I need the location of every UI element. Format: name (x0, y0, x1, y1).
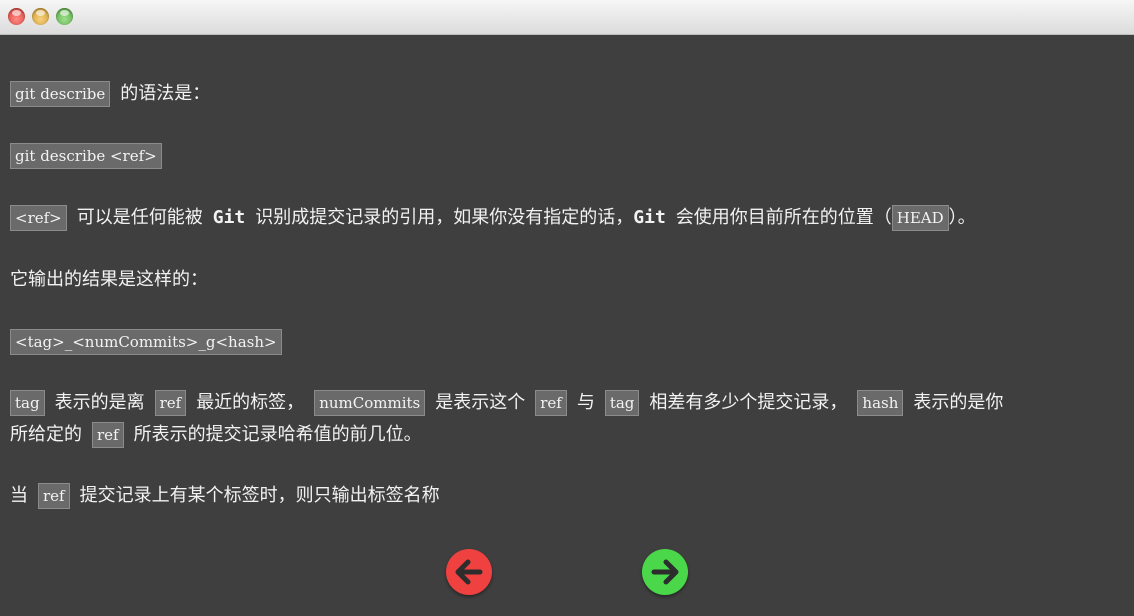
inline-code: ref (154, 390, 187, 416)
paragraph-text: 表示的是离 (54, 392, 145, 413)
previous-button[interactable] (446, 549, 492, 595)
paragraph-text: ）。 (948, 207, 976, 228)
paragraph-text: 最近的标签， (196, 392, 305, 413)
paragraph-tag-case: 当 ref 提交记录上有某个标签时，则只输出标签名称 (10, 480, 1122, 511)
code-syntax-line: git describe <ref> (10, 140, 1122, 171)
window-titlebar (0, 0, 1134, 35)
paragraph-explanation-cont: 所给定的 ref 所表示的提交记录哈希值的前几位。 (10, 419, 1122, 450)
paragraph-text: 当 (10, 485, 28, 506)
paragraph-text: 会使用你目前所在的位置（ (675, 207, 892, 228)
inline-code: hash (857, 390, 904, 416)
next-button[interactable] (642, 549, 688, 595)
git-keyword: Git (633, 207, 666, 228)
inline-code: git describe <ref> (10, 143, 162, 169)
paragraph-text: 可以是任何能被 (76, 207, 203, 228)
paragraph-text: 所给定的 (10, 424, 82, 445)
paragraph-text: 它输出的结果是这样的： (10, 269, 208, 290)
code-output-line: <tag>_<numCommits>_g<hash> (10, 326, 1122, 357)
git-keyword: Git (212, 207, 246, 228)
inline-code: ref (535, 390, 567, 416)
paragraph-text: 的语法是： (120, 83, 211, 104)
inline-code: ref (38, 483, 70, 509)
paragraph-syntax: git describe 的语法是： (10, 78, 1122, 109)
arrow-left-icon (455, 559, 483, 585)
inline-code: numCommits (314, 390, 426, 416)
paragraph-text: 表示的是你 (913, 392, 1004, 413)
inline-code: <tag>_<numCommits>_g<hash> (10, 329, 282, 355)
paragraph-text: 提交记录上有某个标签时，则只输出标签名称 (79, 485, 440, 506)
paragraph-output: 它输出的结果是这样的： (10, 264, 1122, 295)
paragraph-ref: <ref> 可以是任何能被 Git 识别成提交记录的引用，如果你没有指定的话，Git 会… (10, 202, 1122, 233)
inline-code: git describe (10, 81, 111, 107)
maximize-icon[interactable] (56, 8, 73, 25)
paragraph-text: 相差有多少个提交记录， (649, 392, 848, 413)
close-icon[interactable] (8, 8, 25, 25)
inline-code: HEAD (891, 205, 949, 231)
paragraph-text: 所表示的提交记录哈希值的前几位。 (133, 424, 422, 445)
arrow-right-icon (651, 559, 679, 585)
inline-code: tag (604, 390, 640, 416)
paragraph-text: 识别成提交记录的引用，如果你没有指定的话， (255, 207, 634, 228)
minimize-icon[interactable] (32, 8, 49, 25)
inline-code: <ref> (10, 205, 67, 231)
inline-code: tag (10, 390, 45, 416)
inline-code: ref (92, 422, 124, 448)
paragraph-text: 是表示这个 (435, 392, 526, 413)
paragraph-explanation: tag 表示的是离 ref 最近的标签， numCommits 是表示这个 ref 与 tag 相… (10, 387, 1122, 418)
paragraph-text: 与 (576, 392, 595, 413)
